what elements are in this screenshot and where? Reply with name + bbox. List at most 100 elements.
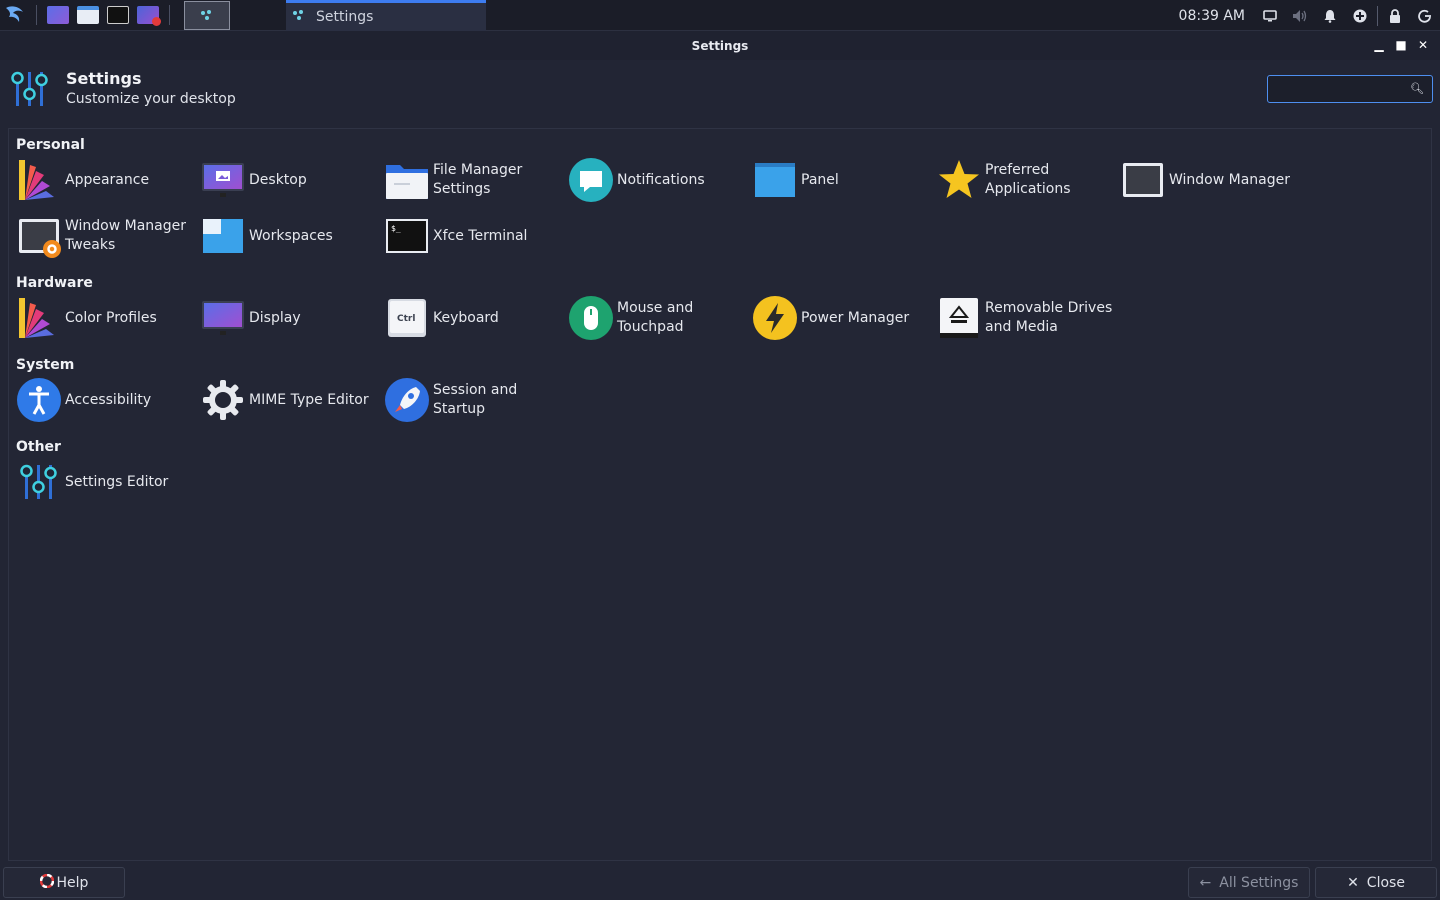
item-label: Display <box>249 309 301 326</box>
close-label: Close <box>1366 874 1405 891</box>
minimize-icon[interactable]: ▁ <box>1368 35 1390 55</box>
all-settings-button[interactable]: ← All Settings <box>1188 867 1310 898</box>
item-label: Panel <box>801 171 839 188</box>
item-mime-type-editor[interactable]: MIME Type Editor <box>199 375 383 425</box>
terminal-icon[interactable] <box>107 6 129 24</box>
item-appearance[interactable]: Appearance <box>15 155 199 205</box>
item-label: Keyboard <box>433 309 499 326</box>
section-personal: Personal <box>16 137 85 153</box>
settings-editor-icon <box>15 458 63 506</box>
desktop-icon <box>199 156 247 204</box>
item-label: Color Profiles <box>65 309 157 326</box>
settings-icon <box>201 10 211 20</box>
mouse-icon <box>567 294 615 342</box>
help-lifebuoy-icon <box>39 873 54 892</box>
item-label: Session and Startup <box>433 382 518 417</box>
panel-separator <box>169 5 170 25</box>
item-workspaces[interactable]: Workspaces <box>199 211 383 261</box>
clock[interactable]: 08:39 AM <box>1179 8 1245 24</box>
item-window-manager[interactable]: Window Manager <box>1119 155 1303 205</box>
window-controls: ▁ ■ ✕ <box>1368 35 1434 55</box>
screen-recorder-icon[interactable] <box>137 6 161 26</box>
display-icon <box>199 294 247 342</box>
terminal-icon: $_ <box>383 212 431 260</box>
kali-dragon-icon <box>6 6 23 22</box>
update-icon[interactable] <box>1345 0 1375 31</box>
svg-text:Ctrl: Ctrl <box>397 314 415 324</box>
volume-icon[interactable] <box>1285 0 1315 31</box>
item-label: Preferred Applications <box>985 162 1071 197</box>
item-label: Settings Editor <box>65 473 169 490</box>
rocket-icon <box>383 376 431 424</box>
power-bolt-icon <box>751 294 799 342</box>
workspace-switcher[interactable] <box>184 0 230 30</box>
item-keyboard[interactable]: Ctrl Keyboard <box>383 293 567 343</box>
item-xfce-terminal[interactable]: $_ Xfce Terminal <box>383 211 567 261</box>
item-notifications[interactable]: Notifications <box>567 155 751 205</box>
system-tray: 08:39 AM <box>1179 0 1440 31</box>
appearance-icon <box>15 156 63 204</box>
item-settings-editor[interactable]: Settings Editor <box>15 457 199 507</box>
search-input[interactable]: 🔍︎ <box>1267 75 1433 103</box>
close-icon: ✕ <box>1347 874 1359 891</box>
task-button-label: Settings <box>316 9 374 25</box>
item-label: File Manager Settings <box>433 162 523 197</box>
window-manager-tweaks-icon <box>15 212 63 260</box>
item-label: Desktop <box>249 171 307 188</box>
all-settings-label: All Settings <box>1219 874 1299 891</box>
task-button-settings[interactable]: Settings <box>286 0 486 31</box>
folder-icon <box>383 156 431 204</box>
item-label: Accessibility <box>65 391 152 408</box>
display-icon[interactable] <box>1255 0 1285 31</box>
notifications-icon <box>567 156 615 204</box>
item-label: Window Manager Tweaks <box>65 218 187 253</box>
item-removable-drives[interactable]: Removable Drives and Media <box>935 293 1119 343</box>
item-label: Appearance <box>65 171 150 188</box>
item-mouse-touchpad[interactable]: Mouse and Touchpad <box>567 293 751 343</box>
logout-icon[interactable] <box>1410 0 1440 31</box>
color-profiles-icon <box>15 294 63 342</box>
maximize-icon[interactable]: ■ <box>1390 35 1412 55</box>
item-window-manager-tweaks[interactable]: Window Manager Tweaks <box>15 211 199 261</box>
settings-icon <box>292 9 306 25</box>
help-label: Help <box>56 874 89 891</box>
item-label: MIME Type Editor <box>249 391 369 408</box>
file-manager-icon[interactable] <box>77 6 99 24</box>
item-display[interactable]: Display <box>199 293 383 343</box>
item-label: Xfce Terminal <box>433 227 528 244</box>
notifications-bell-icon[interactable] <box>1315 0 1345 31</box>
item-preferred-applications[interactable]: Preferred Applications <box>935 155 1119 205</box>
page-subtitle: Customize your desktop <box>66 91 236 107</box>
arrow-left-icon: ← <box>1199 874 1212 891</box>
item-panel[interactable]: Panel <box>751 155 935 205</box>
lock-screen-icon[interactable] <box>1380 0 1410 31</box>
item-color-profiles[interactable]: Color Profiles <box>15 293 199 343</box>
item-label: Removable Drives and Media <box>985 300 1113 335</box>
item-desktop[interactable]: Desktop <box>199 155 383 205</box>
panel-icon <box>751 156 799 204</box>
item-label: Notifications <box>617 171 705 188</box>
settings-manager-icon <box>10 68 50 114</box>
item-label: Power Manager <box>801 309 910 326</box>
eject-icon <box>935 294 983 342</box>
section-system: System <box>16 357 75 373</box>
svg-text:$_: $_ <box>391 224 401 233</box>
help-button[interactable]: Help <box>3 867 125 898</box>
show-desktop-icon[interactable] <box>47 6 69 24</box>
item-file-manager-settings[interactable]: File Manager Settings <box>383 155 567 205</box>
close-icon[interactable]: ✕ <box>1412 35 1434 55</box>
workspaces-icon <box>199 212 247 260</box>
applications-menu-button[interactable] <box>0 0 30 31</box>
window-titlebar[interactable]: Settings ▁ ■ ✕ <box>0 31 1440 60</box>
close-button[interactable]: ✕ Close <box>1315 867 1437 898</box>
item-power-manager[interactable]: Power Manager <box>751 293 935 343</box>
search-icon[interactable]: 🔍︎ <box>1410 82 1424 95</box>
window-manager-icon <box>1119 156 1167 204</box>
item-session-startup[interactable]: Session and Startup <box>383 375 567 425</box>
item-label: Mouse and Touchpad <box>617 300 694 335</box>
tray-separator <box>1377 5 1378 26</box>
item-label: Workspaces <box>249 227 333 244</box>
settings-grid: Personal Appearance Desktop File Manager… <box>8 128 1432 861</box>
gear-icon <box>199 376 247 424</box>
item-accessibility[interactable]: Accessibility <box>15 375 199 425</box>
